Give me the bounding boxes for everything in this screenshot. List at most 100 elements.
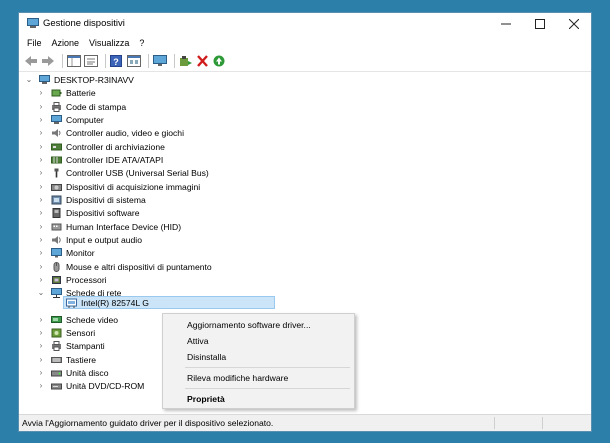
toolbar-separator <box>174 54 175 68</box>
chevron-right-icon[interactable]: › <box>37 368 45 377</box>
update-driver-button[interactable] <box>213 54 227 68</box>
tree-category-processori[interactable]: › Processori <box>37 273 107 286</box>
chevron-right-icon[interactable]: › <box>37 102 45 111</box>
toolbar-separator <box>105 54 106 68</box>
tree-category-dispositivi-software[interactable]: › Dispositivi software <box>37 206 140 219</box>
chevron-right-icon[interactable]: › <box>37 381 45 390</box>
menu-visualizza[interactable]: Visualizza <box>89 38 129 48</box>
hid-icon <box>51 222 62 232</box>
tree-category-label: Stampanti <box>66 340 105 351</box>
chevron-right-icon[interactable]: › <box>37 341 45 350</box>
tree-category-schede-video[interactable]: › Schede video <box>37 313 118 326</box>
tree-category-label: Dispositivi di sistema <box>66 194 146 205</box>
chevron-right-icon[interactable]: › <box>37 235 45 244</box>
chevron-right-icon[interactable]: › <box>37 182 45 191</box>
back-button[interactable] <box>24 54 38 68</box>
tree-category-human-interface-device-hid[interactable]: › Human Interface Device (HID) <box>37 220 181 233</box>
console-tree-icon <box>67 55 81 67</box>
system-device-icon <box>51 195 62 205</box>
dvd-drive-icon <box>51 381 62 391</box>
mouse-icon <box>51 261 62 272</box>
chevron-right-icon[interactable]: › <box>37 115 45 124</box>
chevron-right-icon[interactable]: › <box>37 275 45 284</box>
menu-file[interactable]: File <box>27 38 42 48</box>
details-button[interactable] <box>127 54 141 68</box>
chevron-right-icon[interactable]: › <box>37 168 45 177</box>
properties-button[interactable] <box>84 54 98 68</box>
chevron-right-icon[interactable]: › <box>37 248 45 257</box>
chevron-right-icon[interactable]: › <box>37 128 45 137</box>
tree-category-monitor[interactable]: › Monitor <box>37 246 95 259</box>
chevron-right-icon[interactable]: › <box>37 355 45 364</box>
tree-category-input-e-output-audio[interactable]: › Input e output audio <box>37 233 142 246</box>
device-manager-window: Gestione dispositivi File Azione Visuali… <box>18 12 592 432</box>
context-properties[interactable]: Proprietà <box>187 394 225 404</box>
tree-category-label: Human Interface Device (HID) <box>66 221 182 232</box>
tree-category-label: Batterie <box>66 87 96 98</box>
sensor-icon <box>51 328 62 338</box>
chevron-down-icon[interactable]: ⌄ <box>25 75 33 84</box>
chevron-right-icon[interactable]: › <box>37 195 45 204</box>
tree-category-dispositivi-di-acquisizione-immagini[interactable]: › Dispositivi di acquisizione immagini <box>37 180 201 193</box>
help-button[interactable]: ? <box>110 54 124 68</box>
tree-category-dispositivi-di-sistema[interactable]: › Dispositivi di sistema <box>37 193 146 206</box>
disk-drive-icon <box>51 368 62 378</box>
tree-category-sensori[interactable]: › Sensori <box>37 326 95 339</box>
tree-category-controller-usb-universal-serial-bus[interactable]: › Controller USB (Universal Serial Bus) <box>37 166 209 179</box>
printer-queue-icon <box>51 101 62 112</box>
tree-category-controller-di-archiviazione[interactable]: › Controller di archiviazione <box>37 140 165 153</box>
add-driver-button[interactable] <box>179 54 193 68</box>
uninstall-button[interactable] <box>196 54 210 68</box>
chevron-right-icon[interactable]: › <box>37 315 45 324</box>
tree-category-computer[interactable]: › Computer <box>37 113 104 126</box>
maximize-icon <box>535 19 545 29</box>
remove-icon <box>197 55 208 67</box>
tree-category-label: Processori <box>66 274 107 285</box>
tree-category-controller-audio-video-e-giochi[interactable]: › Controller audio, video e giochi <box>37 126 184 139</box>
context-scan-hardware[interactable]: Rileva modifiche hardware <box>187 373 288 383</box>
menu-help[interactable]: ? <box>139 38 144 48</box>
chevron-right-icon[interactable]: › <box>37 142 45 151</box>
minimize-button[interactable] <box>489 13 523 35</box>
tree-category-controller-ide-ata-atapi[interactable]: › Controller IDE ATA/ATAPI <box>37 153 164 166</box>
show-hide-console-button[interactable] <box>67 54 81 68</box>
tree-category-tastiere[interactable]: › Tastiere <box>37 353 96 366</box>
context-update-driver[interactable]: Aggiornamento software driver... <box>187 320 311 330</box>
chevron-right-icon[interactable]: › <box>37 328 45 337</box>
tree-category-unit-disco[interactable]: › Unità disco <box>37 366 109 379</box>
close-button[interactable] <box>557 13 591 35</box>
monitor-scan-icon <box>153 55 167 66</box>
menu-azione[interactable]: Azione <box>52 38 80 48</box>
chevron-right-icon[interactable]: › <box>37 262 45 271</box>
tree-category-label: Unità disco <box>66 367 109 378</box>
window-title: Gestione dispositivi <box>43 18 125 29</box>
scan-hardware-button[interactable] <box>153 54 167 68</box>
tree-item-network-adapter-intel[interactable]: Intel(R) 82574L G <box>63 296 275 309</box>
tree-category-unit-dvd-cd-rom[interactable]: › Unità DVD/CD-ROM <box>37 379 145 392</box>
close-icon <box>569 19 579 29</box>
tree-category-code-di-stampa[interactable]: › Code di stampa <box>37 100 126 113</box>
status-bar: Avvia l'Aggiornamento guidato driver per… <box>19 414 591 431</box>
maximize-button[interactable] <box>523 13 557 35</box>
usb-icon <box>51 168 62 178</box>
tree-category-batterie[interactable]: › Batterie <box>37 86 96 99</box>
tree-category-label: Controller di archiviazione <box>66 141 165 152</box>
status-text: Avvia l'Aggiornamento guidato driver per… <box>22 418 274 428</box>
chevron-right-icon[interactable]: › <box>37 88 45 97</box>
computer-icon <box>51 114 62 125</box>
context-enable[interactable]: Attiva <box>187 336 209 346</box>
chevron-right-icon[interactable]: › <box>37 208 45 217</box>
chevron-down-icon[interactable]: ⌄ <box>37 288 45 297</box>
tree-category-stampanti[interactable]: › Stampanti <box>37 339 105 352</box>
forward-button[interactable] <box>41 54 55 68</box>
update-icon <box>213 55 225 67</box>
forward-arrow-icon <box>42 56 54 66</box>
toolbar: ? <box>19 51 591 72</box>
properties-icon <box>84 55 98 67</box>
tree-root[interactable]: ⌄ DESKTOP-R3INAVV <box>25 73 134 86</box>
tree-item-label: Intel(R) 82574L G <box>81 297 149 308</box>
context-uninstall[interactable]: Disinstalla <box>187 352 226 362</box>
chevron-right-icon[interactable]: › <box>37 222 45 231</box>
tree-category-mouse-e-altri-dispositivi-di-puntamento[interactable]: › Mouse e altri dispositivi di puntamento <box>37 260 212 273</box>
chevron-right-icon[interactable]: › <box>37 155 45 164</box>
